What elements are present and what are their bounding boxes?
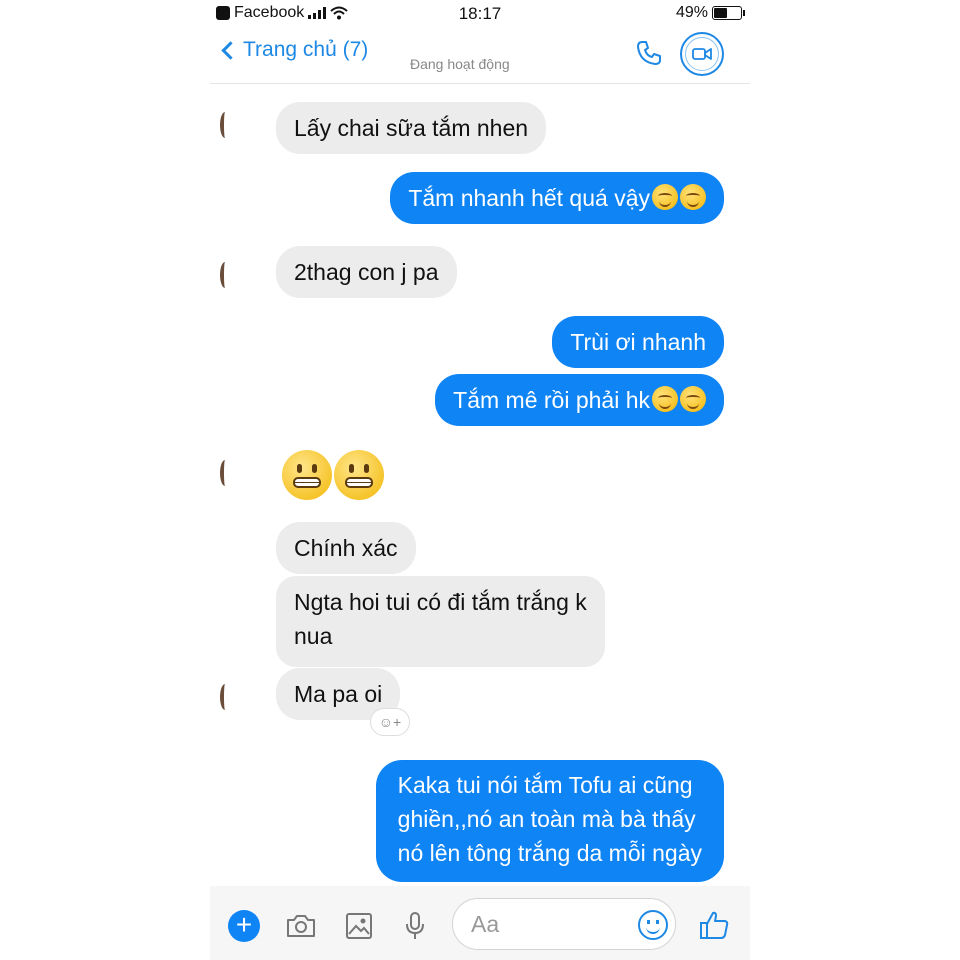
status-time: 18:17 bbox=[458, 4, 502, 23]
message-incoming[interactable]: 2thag con j pa bbox=[276, 246, 457, 298]
back-button[interactable]: Trang chủ (7) bbox=[221, 38, 369, 62]
contact-avatar[interactable] bbox=[220, 262, 230, 288]
contact-avatar[interactable] bbox=[220, 460, 230, 486]
message-outgoing[interactable]: Tắm nhanh hết quá vậy bbox=[390, 172, 724, 224]
message-outgoing[interactable]: Tắm mê rồi phải hk bbox=[435, 374, 724, 426]
emoji-icon[interactable] bbox=[638, 910, 668, 940]
contact-avatar[interactable] bbox=[220, 112, 230, 138]
message-incoming[interactable]: Ngta hoi tui có đi tắm trắng k nua bbox=[276, 576, 605, 667]
message-text: Chính xác bbox=[294, 535, 398, 561]
back-label: Trang chủ (7) bbox=[243, 38, 369, 61]
battery-percent: 49% bbox=[675, 4, 708, 21]
message-outgoing[interactable]: Kaka tui nói tắm Tofu ai cũng ghiền,,nó … bbox=[375, 760, 724, 882]
smiling-face-icon bbox=[652, 386, 678, 412]
microphone-icon[interactable] bbox=[398, 910, 432, 942]
message-text: Lấy chai sữa tắm nhen bbox=[294, 115, 529, 141]
message-line: nua bbox=[294, 623, 333, 649]
message-line: nó lên tông trắng da mỗi ngày bbox=[397, 840, 702, 866]
video-call-button[interactable] bbox=[680, 32, 724, 76]
contact-avatar[interactable] bbox=[220, 684, 230, 710]
message-line: ghiền,,nó an toàn mà bà thấy bbox=[397, 806, 696, 832]
active-status: Đang hoạt động bbox=[410, 56, 510, 72]
video-call-ring bbox=[685, 37, 719, 71]
smiling-face-icon bbox=[652, 184, 678, 210]
message-composer: + Aa bbox=[210, 886, 750, 960]
message-line: Kaka tui nói tắm Tofu ai cũng bbox=[397, 772, 693, 798]
chevron-left-icon bbox=[221, 40, 240, 60]
grimacing-face-icon[interactable] bbox=[282, 450, 332, 500]
smiling-face-icon bbox=[680, 184, 706, 210]
like-icon[interactable] bbox=[698, 908, 732, 942]
status-right: 49% bbox=[675, 4, 745, 22]
grimacing-face-icon[interactable] bbox=[334, 450, 384, 500]
message-text: Tắm mê rồi phải hk bbox=[453, 387, 650, 413]
add-reaction-button[interactable]: ☺+ bbox=[370, 708, 410, 736]
message-text: Tắm nhanh hết quá vậy bbox=[408, 185, 650, 211]
image-icon[interactable] bbox=[342, 910, 376, 942]
phone-call-icon[interactable] bbox=[634, 38, 664, 68]
messenger-screen: Facebook 18:17 49% Trang chủ (7) Đang ho… bbox=[210, 0, 750, 960]
message-text: Ma pa oi bbox=[294, 681, 383, 707]
message-incoming[interactable]: Lấy chai sữa tắm nhen bbox=[276, 102, 547, 154]
add-reaction-icon: ☺+ bbox=[378, 714, 402, 730]
smiling-face-icon bbox=[680, 386, 706, 412]
status-bar: Facebook 18:17 49% bbox=[210, 0, 750, 28]
conversation-header: Trang chủ (7) Đang hoạt động bbox=[210, 28, 750, 84]
emoji-teeth bbox=[345, 477, 373, 488]
message-input-placeholder: Aa bbox=[471, 911, 500, 937]
message-text: Trùi ơi nhanh bbox=[570, 329, 706, 355]
message-outgoing[interactable]: Trùi ơi nhanh bbox=[552, 316, 724, 368]
emoji-teeth bbox=[293, 477, 321, 488]
plus-icon[interactable]: + bbox=[228, 910, 260, 942]
message-line: Ngta hoi tui có đi tắm trắng k bbox=[294, 589, 587, 615]
battery-icon bbox=[712, 6, 745, 20]
message-incoming[interactable]: Chính xác bbox=[276, 522, 416, 574]
message-text: 2thag con j pa bbox=[294, 259, 439, 285]
video-camera-icon bbox=[692, 48, 712, 60]
camera-icon[interactable] bbox=[284, 910, 318, 942]
